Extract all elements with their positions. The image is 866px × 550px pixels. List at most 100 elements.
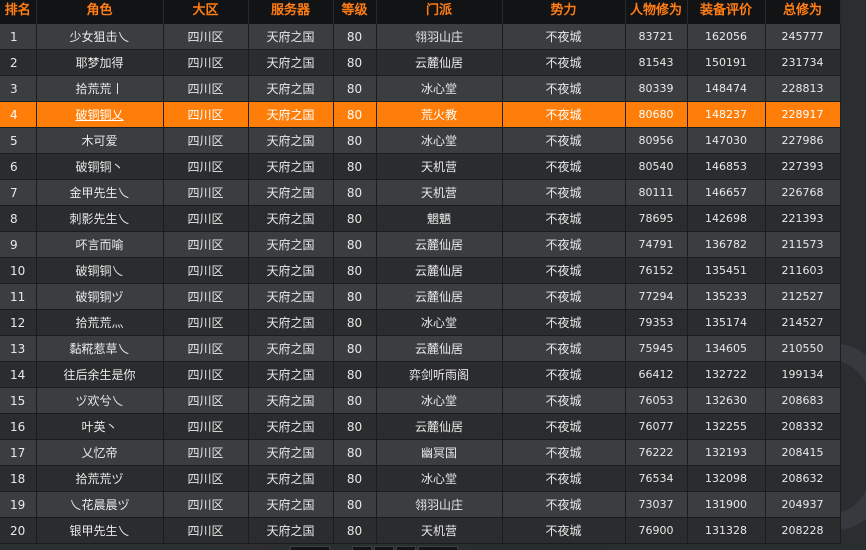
- pagination-page-button[interactable]: [352, 546, 372, 550]
- total-cultivation-text: 212527: [781, 290, 824, 303]
- cell-region: 四川区: [163, 257, 249, 284]
- sect-text: 幽冥国: [420, 446, 457, 460]
- cell-region: 四川区: [163, 231, 249, 258]
- rank-text: 9: [10, 237, 18, 252]
- header-server[interactable]: 服务器: [248, 0, 334, 24]
- header-character[interactable]: 角色: [36, 0, 164, 24]
- cell-faction: 不夜城: [502, 101, 626, 128]
- cell-region: 四川区: [163, 127, 249, 154]
- equipment-rating-text: 134605: [705, 342, 747, 355]
- character-name-text[interactable]: 破铜铜乀: [75, 264, 123, 278]
- table-row[interactable]: 5 木可爱 四川区 天府之国 80 冰心堂 不夜城 80956 147030 227986: [0, 127, 841, 154]
- table-row[interactable]: 11 破铜铜ヅ 四川区 天府之国 80 云麓仙居 不夜城 77294 135233 212527: [0, 283, 841, 310]
- table-row[interactable]: 9 吥言而喻 四川区 天府之国 80 云麓仙居 不夜城 74791 136782 211573: [0, 231, 841, 258]
- table-row[interactable]: 3 拾荒荒丨 四川区 天府之国 80 冰心堂 不夜城 80339 148474 228813: [0, 75, 841, 102]
- table-row[interactable]: 4 破铜铜乂 四川区 天府之国 80 荒火教 不夜城 80680 148237 228917: [0, 101, 841, 128]
- header-region[interactable]: 大区: [163, 0, 249, 24]
- header-faction[interactable]: 势力: [502, 0, 626, 24]
- table-row[interactable]: 19 乀花晨晨ヅ 四川区 天府之国 80 翎羽山庄 不夜城 73037 131900 204937: [0, 491, 841, 518]
- character-name-text[interactable]: 往后余生是你: [63, 368, 135, 382]
- cell-rank: 2: [0, 49, 37, 76]
- pagination-prev-button[interactable]: [290, 546, 330, 550]
- cell-faction: 不夜城: [502, 24, 626, 50]
- character-name-text[interactable]: 乀花晨晨ヅ: [69, 498, 129, 512]
- sect-text: 云麓仙居: [414, 342, 463, 356]
- header-level[interactable]: 等级: [333, 0, 377, 24]
- table-row[interactable]: 14 往后余生是你 四川区 天府之国 80 弈剑听雨阁 不夜城 66412 132722 1991…: [0, 361, 841, 388]
- character-name-text[interactable]: 银甲先生乀: [69, 524, 129, 538]
- faction-text: 不夜城: [545, 264, 582, 278]
- character-name-text[interactable]: 木可爱: [81, 134, 117, 148]
- cell-equipment-rating: 148237: [687, 101, 766, 128]
- header-equipment-rating[interactable]: 装备评价: [687, 0, 766, 24]
- pagination-page-button[interactable]: [374, 546, 394, 550]
- cell-sect: 冰心堂: [376, 75, 503, 102]
- table-row[interactable]: 17 乂忆帝 四川区 天府之国 80 幽冥国 不夜城 76222 132193 208415: [0, 439, 841, 466]
- table-row[interactable]: 18 拾荒荒ヅ 四川区 天府之国 80 冰心堂 不夜城 76534 132098 208632: [0, 465, 841, 492]
- pagination-page-button[interactable]: [396, 546, 416, 550]
- table-row[interactable]: 12 拾荒荒灬 四川区 天府之国 80 冰心堂 不夜城 79353 135174 214527: [0, 309, 841, 336]
- server-text: 天府之国: [266, 394, 315, 408]
- character-name-text[interactable]: ヅ欢兮乀: [75, 394, 123, 408]
- character-name-text[interactable]: 耶梦加得: [75, 56, 123, 70]
- cell-character-name: 吥言而喻: [36, 231, 164, 258]
- cell-equipment-rating: 135451: [687, 257, 766, 284]
- pagination-next-button[interactable]: [418, 546, 458, 550]
- character-name-text[interactable]: 拾荒荒ヅ: [75, 472, 123, 486]
- cell-character-cultivation: 76053: [625, 387, 688, 414]
- character-cultivation-text: 74791: [638, 238, 674, 251]
- character-name-text[interactable]: 少女狙击乀: [69, 30, 129, 44]
- table-row[interactable]: 10 破铜铜乀 四川区 天府之国 80 云麓仙居 不夜城 76152 135451 211603: [0, 257, 841, 284]
- rank-text: 13: [10, 341, 26, 356]
- header-rank[interactable]: 排名: [0, 0, 37, 24]
- cell-server: 天府之国: [248, 387, 334, 414]
- table-row[interactable]: 16 叶英丶 四川区 天府之国 80 云麓仙居 不夜城 76077 132255 208332: [0, 413, 841, 440]
- character-name-text[interactable]: 破铜铜丶: [75, 160, 123, 174]
- table-row[interactable]: 7 金甲先生乀 四川区 天府之国 80 天机营 不夜城 80111 146657 226768: [0, 179, 841, 206]
- region-text: 四川区: [187, 56, 224, 70]
- table-row[interactable]: 20 银甲先生乀 四川区 天府之国 80 天机营 不夜城 76900 131328 208228: [0, 517, 841, 544]
- header-sect[interactable]: 门派: [376, 0, 503, 24]
- level-text: 80: [346, 289, 363, 304]
- server-text: 天府之国: [266, 56, 315, 70]
- level-text: 80: [346, 29, 363, 44]
- faction-text: 不夜城: [545, 368, 582, 382]
- table-row[interactable]: 15 ヅ欢兮乀 四川区 天府之国 80 冰心堂 不夜城 76053 132630 208683: [0, 387, 841, 414]
- character-cultivation-text: 80339: [638, 82, 674, 95]
- cell-total-cultivation: 208332: [765, 413, 841, 440]
- cell-character-name: 木可爱: [36, 127, 164, 154]
- cell-level: 80: [333, 231, 377, 258]
- character-cultivation-text: 80956: [638, 134, 674, 147]
- cell-region: 四川区: [163, 517, 249, 544]
- cell-character-name: 乂忆帝: [36, 439, 164, 466]
- character-name-text[interactable]: 拾荒荒灬: [75, 316, 123, 330]
- character-name-text[interactable]: 破铜铜ヅ: [75, 290, 123, 304]
- character-name-text[interactable]: 黏糀惹草乀: [69, 342, 129, 356]
- character-cultivation-text: 83721: [638, 30, 674, 43]
- table-row[interactable]: 6 破铜铜丶 四川区 天府之国 80 天机营 不夜城 80540 146853 227393: [0, 153, 841, 180]
- character-name-text[interactable]: 金甲先生乀: [69, 186, 129, 200]
- character-name-text[interactable]: 刺影先生乀: [69, 212, 129, 226]
- table-row[interactable]: 8 刺影先生乀 四川区 天府之国 80 魍魉 不夜城 78695 142698 221393: [0, 205, 841, 232]
- cell-character-cultivation: 75945: [625, 335, 688, 362]
- header-total-cultivation[interactable]: 总修为: [765, 0, 841, 24]
- character-name-text[interactable]: 破铜铜乂: [75, 108, 123, 122]
- cell-equipment-rating: 162056: [687, 24, 766, 50]
- faction-text: 不夜城: [545, 186, 582, 200]
- header-character-cultivation[interactable]: 人物修为: [625, 0, 688, 24]
- character-name-text[interactable]: 叶英丶: [81, 420, 117, 434]
- cell-region: 四川区: [163, 153, 249, 180]
- equipment-rating-text: 146853: [705, 160, 747, 173]
- character-name-text[interactable]: 乂忆帝: [81, 446, 117, 460]
- character-name-text[interactable]: 吥言而喻: [75, 238, 123, 252]
- server-text: 天府之国: [266, 134, 315, 148]
- cell-region: 四川区: [163, 283, 249, 310]
- cell-character-name: 往后余生是你: [36, 361, 164, 388]
- table-row[interactable]: 13 黏糀惹草乀 四川区 天府之国 80 云麓仙居 不夜城 75945 134605 210550: [0, 335, 841, 362]
- character-cultivation-text: 81543: [638, 56, 674, 69]
- cell-sect: 冰心堂: [376, 309, 503, 336]
- character-name-text[interactable]: 拾荒荒丨: [75, 82, 123, 96]
- table-row[interactable]: 2 耶梦加得 四川区 天府之国 80 云麓仙居 不夜城 81543 150191 231734: [0, 49, 841, 76]
- cell-region: 四川区: [163, 75, 249, 102]
- table-row[interactable]: 1 少女狙击乀 四川区 天府之国 80 翎羽山庄 不夜城 83721 162056 245777: [0, 24, 841, 50]
